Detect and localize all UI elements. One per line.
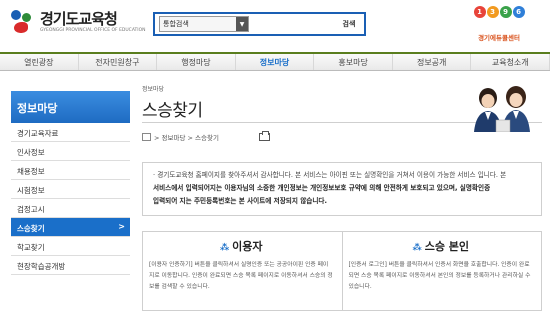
search-input[interactable] xyxy=(249,16,334,32)
sidebar-item-find-school[interactable]: 학교찾기 xyxy=(11,237,130,256)
sidebar-item-qualification-exam[interactable]: 검정고시 xyxy=(11,199,130,218)
breadcrumb-path: > 정보마당 > 스승찾기 xyxy=(154,134,219,142)
badge-digit: 1 xyxy=(473,6,486,18)
nav-item-information[interactable]: 정보마당 xyxy=(236,54,315,70)
chevron-down-icon: ▼ xyxy=(236,17,248,31)
main-content: 정보마당 스승찾기 > 정보마당 > 스승찾기 · 경기도교육청 홈페이지를 찾… xyxy=(142,84,542,311)
search-scope-select[interactable]: 통합검색 ▼ xyxy=(159,16,249,32)
logo-title: 경기도교육청 xyxy=(40,10,118,28)
notice-line: 입력되어 지는 주민등록번호는 본 사이트에 저장되지 않습니다. xyxy=(153,197,327,205)
service-notice: · 경기도교육청 홈페이지를 찾아주셔서 감사합니다. 본 서비스는 아이핀 또… xyxy=(142,162,542,216)
call-center-badge[interactable]: 1 3 9 6 경기에듀콜센터 xyxy=(466,6,532,46)
nav-item-administration[interactable]: 행정마당 xyxy=(157,54,236,70)
breadcrumb: > 정보마당 > 스승찾기 xyxy=(142,131,270,142)
notice-line: · 경기도교육청 홈페이지를 찾아주셔서 감사합니다. 본 서비스는 아이핀 또… xyxy=(153,171,507,179)
nav-item-open-square[interactable]: 열린광장 xyxy=(0,54,79,70)
badge-digit: 6 xyxy=(512,6,525,18)
logo-mark-icon xyxy=(8,8,36,36)
home-icon[interactable] xyxy=(142,133,151,141)
card-description: [인증서 로그인] 버튼을 클릭하셔서 인증서 화면을 호출합니다. 인증이 완… xyxy=(348,262,531,290)
nav-item-about[interactable]: 교육청소개 xyxy=(471,54,550,70)
badge-digit: 9 xyxy=(499,6,512,18)
sidebar-item-exam-info[interactable]: 시험정보 xyxy=(11,180,130,199)
sidebar: 정보마당 경기교육자료 인사정보 채용정보 시험정보 검정고시 스승찾기 학교찾… xyxy=(11,91,130,305)
sidebar-item-recruitment[interactable]: 채용정보 xyxy=(11,161,130,180)
header: 경기도교육청 GYEONGGI PROVINCIAL OFFICE OF EDU… xyxy=(0,0,550,52)
sidebar-item-field-learning[interactable]: 현장학습공개방 xyxy=(11,256,130,275)
sidebar-item-personnel[interactable]: 인사정보 xyxy=(11,142,130,161)
call-center-label: 경기에듀콜센터 xyxy=(478,34,520,42)
user-auth-card: ⁂ 이용자 [이용자 인증하기] 버튼을 클릭하셔서 실명인증 또는 공공아이핀 … xyxy=(142,231,343,311)
nav-item-disclosure[interactable]: 정보공개 xyxy=(393,54,472,70)
students-illustration xyxy=(474,86,530,132)
nav-item-civil-petition[interactable]: 전자민원창구 xyxy=(79,54,158,70)
nav-item-publicity[interactable]: 홍보마당 xyxy=(314,54,393,70)
main-navigation: 열린광장 전자민원창구 행정마당 정보마당 홍보마당 정보공개 교육청소개 xyxy=(0,52,550,71)
bullet-icon: ⁂ xyxy=(412,243,422,253)
auth-options: ⁂ 이용자 [이용자 인증하기] 버튼을 클릭하셔서 실명인증 또는 공공아이핀 … xyxy=(142,231,542,311)
card-title-user: 이용자 xyxy=(232,240,263,253)
sidebar-item-find-teacher[interactable]: 스승찾기 xyxy=(11,218,130,237)
teacher-auth-card: ⁂ 스승 본인 [인증서 로그인] 버튼을 클릭하셔서 인증서 화면을 호출합니다… xyxy=(342,231,542,311)
bullet-icon: ⁂ xyxy=(219,243,230,253)
badge-digit: 3 xyxy=(486,6,499,18)
logo-subtitle: GYEONGGI PROVINCIAL OFFICE OF EDUCATION xyxy=(40,28,146,33)
search-bar: 통합검색 ▼ 검색 xyxy=(153,12,366,36)
card-description: [이용자 인증하기] 버튼을 클릭하셔서 실명인증 또는 공공아이핀 인증 페이… xyxy=(149,262,333,290)
print-icon[interactable] xyxy=(258,131,270,141)
sidebar-title: 정보마당 xyxy=(11,91,130,123)
search-button[interactable]: 검색 xyxy=(334,14,364,34)
notice-line: 서비스에서 입력되어지는 이용자님의 소중한 개인정보는 개인정보보호 규약에 … xyxy=(153,184,491,192)
card-title-teacher: 스승 본인 xyxy=(424,240,470,253)
sidebar-item-education-data[interactable]: 경기교육자료 xyxy=(11,123,130,142)
logo[interactable]: 경기도교육청 GYEONGGI PROVINCIAL OFFICE OF EDU… xyxy=(8,8,146,36)
